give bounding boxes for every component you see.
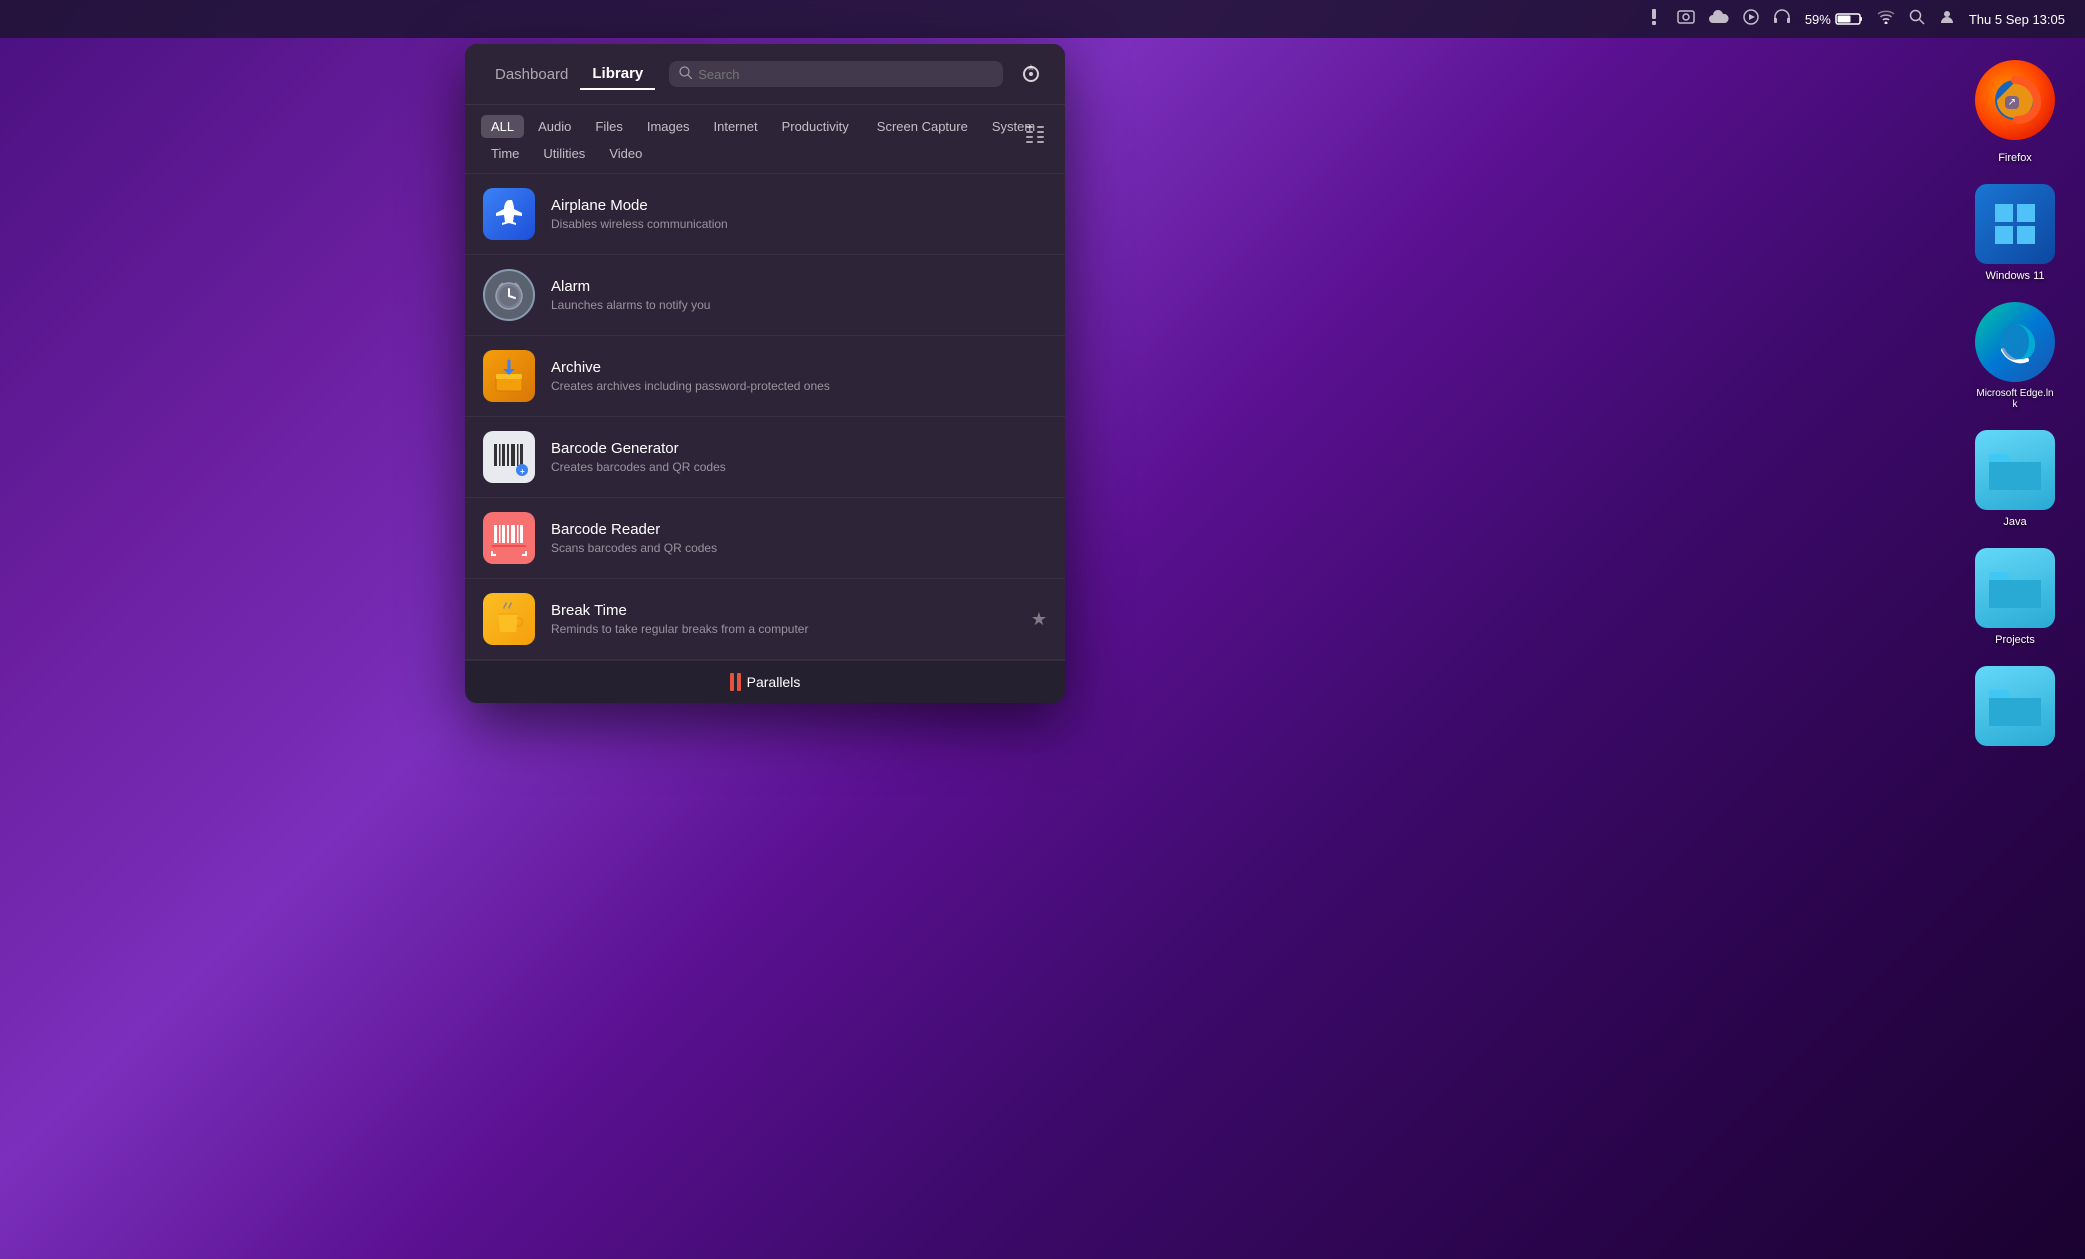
projects-label: Projects <box>1995 634 2035 646</box>
library-list: Airplane Mode Disables wireless communic… <box>465 174 1065 660</box>
cat-tab-all[interactable]: ALL <box>481 115 524 138</box>
cat-tab-utilities[interactable]: Utilities <box>533 142 595 165</box>
break-time-icon <box>483 593 535 645</box>
cat-tab-files[interactable]: Files <box>585 115 632 138</box>
break-time-text: Break Time Reminds to take regular break… <box>551 602 1021 636</box>
archive-text: Archive Creates archives including passw… <box>551 359 1047 393</box>
alarm-text: Alarm Launches alarms to notify you <box>551 278 1047 312</box>
search-input[interactable] <box>698 67 993 82</box>
archive-icon <box>483 350 535 402</box>
parallels-panel: Dashboard Library <box>465 44 1065 703</box>
category-bar: ALL Audio Files Images Internet Producti… <box>465 105 1065 174</box>
cat-tab-time[interactable]: Time <box>481 142 529 165</box>
menubar: 59% <box>0 0 2085 38</box>
cat-tab-images[interactable]: Images <box>637 115 700 138</box>
list-item-alarm[interactable]: Alarm Launches alarms to notify you <box>465 255 1065 336</box>
grid-view-button[interactable] <box>1019 113 1051 163</box>
list-item-barcode-reader[interactable]: Barcode Reader Scans barcodes and QR cod… <box>465 498 1065 579</box>
search-box <box>669 61 1003 87</box>
settings-button[interactable] <box>1015 58 1047 90</box>
list-item-break-time[interactable]: Break Time Reminds to take regular break… <box>465 579 1065 660</box>
person-icon[interactable] <box>1939 9 1955 30</box>
tab-dashboard[interactable]: Dashboard <box>483 60 580 89</box>
dock-item-java[interactable]: Java <box>1975 430 2055 528</box>
panel-footer: Parallels <box>465 660 1065 703</box>
edge-label: Microsoft Edge.lnk <box>1975 388 2055 410</box>
photo-icon[interactable] <box>1677 10 1695 29</box>
break-time-desc: Reminds to take regular breaks from a co… <box>551 622 1021 636</box>
tab-library[interactable]: Library <box>580 59 655 90</box>
cat-tab-audio[interactable]: Audio <box>528 115 581 138</box>
airplane-mode-text: Airplane Mode Disables wireless communic… <box>551 197 1047 231</box>
break-time-name: Break Time <box>551 602 1021 619</box>
airplane-mode-icon <box>483 188 535 240</box>
dock-item-projects[interactable]: Projects <box>1975 548 2055 646</box>
desktop: 59% <box>0 0 2085 1259</box>
list-item-barcode-generator[interactable]: + Barcode Generator Creates barcodes and… <box>465 417 1065 498</box>
battery-percent: 59% <box>1805 12 1831 27</box>
search-icon <box>679 66 692 82</box>
barcode-reader-text: Barcode Reader Scans barcodes and QR cod… <box>551 521 1047 555</box>
barcode-reader-icon <box>483 512 535 564</box>
cat-tab-video[interactable]: Video <box>599 142 652 165</box>
parallels-logo: Parallels <box>730 673 801 691</box>
cloud-icon[interactable] <box>1709 10 1729 29</box>
menubar-search-icon[interactable] <box>1909 9 1925 30</box>
break-time-star[interactable]: ★ <box>1031 609 1047 630</box>
cat-tab-internet[interactable]: Internet <box>703 115 767 138</box>
list-item-archive[interactable]: Archive Creates archives including passw… <box>465 336 1065 417</box>
cat-tab-productivity[interactable]: Productivity <box>772 115 859 138</box>
dock-item-folder5[interactable] <box>1975 666 2055 752</box>
tools-icon[interactable] <box>1645 8 1663 31</box>
dock-item-firefox[interactable]: ↗ Firefox <box>1975 60 2055 164</box>
play-icon[interactable] <box>1743 9 1759 30</box>
alarm-name: Alarm <box>551 278 1047 295</box>
airplane-mode-name: Airplane Mode <box>551 197 1047 214</box>
alarm-desc: Launches alarms to notify you <box>551 298 1047 312</box>
barcode-generator-icon: + <box>483 431 535 483</box>
archive-name: Archive <box>551 359 1047 376</box>
battery-indicator: 59% <box>1805 12 1863 27</box>
right-dock: ↗ Firefox Windows 11 <box>1975 60 2055 752</box>
windows11-label: Windows 11 <box>1985 270 2044 282</box>
dock-item-windows11[interactable]: Windows 11 <box>1975 184 2055 282</box>
airplane-mode-desc: Disables wireless communication <box>551 217 1047 231</box>
svg-text:+: + <box>520 467 525 476</box>
barcode-generator-name: Barcode Generator <box>551 440 1047 457</box>
barcode-generator-desc: Creates barcodes and QR codes <box>551 460 1047 474</box>
parallels-bars-icon <box>730 673 741 691</box>
dock-item-edge[interactable]: Microsoft Edge.lnk <box>1975 302 2055 410</box>
list-item-airplane-mode[interactable]: Airplane Mode Disables wireless communic… <box>465 174 1065 255</box>
parallels-brand: Parallels <box>747 674 801 690</box>
datetime-display: Thu 5 Sep 13:05 <box>1969 12 2065 27</box>
panel-header: Dashboard Library <box>465 44 1065 105</box>
headphones-icon[interactable] <box>1773 9 1791 30</box>
alarm-icon <box>483 269 535 321</box>
wifi-icon[interactable] <box>1877 10 1895 29</box>
firefox-label: Firefox <box>1998 152 2032 164</box>
barcode-reader-name: Barcode Reader <box>551 521 1047 538</box>
barcode-generator-text: Barcode Generator Creates barcodes and Q… <box>551 440 1047 474</box>
barcode-reader-desc: Scans barcodes and QR codes <box>551 541 1047 555</box>
archive-desc: Creates archives including password-prot… <box>551 379 1047 393</box>
cat-tab-screen-capture[interactable]: Screen Capture <box>867 115 978 138</box>
java-label: Java <box>2003 516 2026 528</box>
